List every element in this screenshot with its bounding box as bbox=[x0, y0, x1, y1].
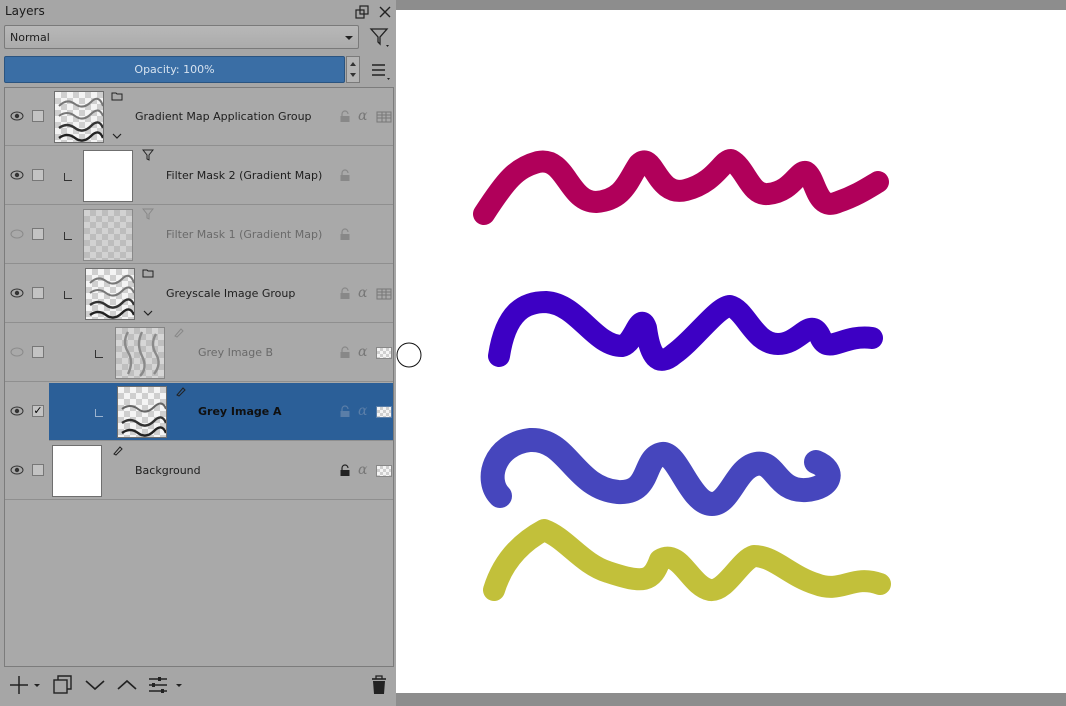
docker-title: Layers bbox=[5, 4, 45, 18]
indent-marker bbox=[64, 291, 72, 299]
pass-through-icon[interactable] bbox=[376, 111, 392, 123]
lock-icon[interactable] bbox=[339, 464, 351, 477]
layer-name: Filter Mask 2 (Gradient Map) bbox=[166, 169, 323, 182]
layer-checkbox-checked[interactable]: ✓ bbox=[32, 405, 44, 417]
layer-name: Filter Mask 1 (Gradient Map) bbox=[166, 228, 323, 241]
layer-row-background[interactable]: Background α bbox=[5, 442, 393, 500]
layer-checkbox[interactable] bbox=[32, 110, 44, 122]
float-icon[interactable] bbox=[354, 4, 370, 20]
group-icon bbox=[142, 269, 154, 278]
alpha-icon[interactable]: α bbox=[358, 108, 367, 124]
layer-checkbox[interactable] bbox=[32, 287, 44, 299]
blend-mode-value: Normal bbox=[10, 31, 50, 44]
eye-hidden-icon[interactable] bbox=[10, 347, 24, 357]
filter-icon bbox=[142, 208, 154, 220]
eye-icon[interactable] bbox=[10, 288, 24, 298]
close-icon[interactable] bbox=[377, 4, 393, 20]
layer-row-grey-image-b[interactable]: Grey Image B α bbox=[5, 324, 393, 382]
move-down-icon[interactable] bbox=[82, 672, 108, 698]
layer-row-greyscale-group[interactable]: Greyscale Image Group α bbox=[5, 265, 393, 323]
docker-title-bar: Layers bbox=[0, 0, 396, 24]
layer-toolbar bbox=[4, 670, 394, 700]
layer-thumbnail bbox=[85, 268, 135, 320]
indent-marker bbox=[64, 173, 72, 181]
spin-up-icon[interactable] bbox=[350, 62, 356, 66]
alpha-icon[interactable]: α bbox=[358, 285, 367, 301]
chevron-down-icon[interactable] bbox=[143, 309, 153, 317]
inherit-alpha-icon[interactable] bbox=[376, 406, 392, 418]
properties-icon[interactable] bbox=[146, 672, 172, 698]
eye-icon[interactable] bbox=[10, 406, 24, 416]
layer-name: Grey Image B bbox=[198, 346, 274, 359]
indent-marker bbox=[64, 232, 72, 240]
layer-name: Gradient Map Application Group bbox=[135, 110, 312, 123]
chevron-down-icon[interactable] bbox=[174, 672, 184, 698]
pass-through-icon[interactable] bbox=[376, 288, 392, 300]
layer-row-grey-image-a[interactable]: ✓ Grey Image A α bbox=[5, 383, 393, 441]
spin-down-icon[interactable] bbox=[350, 73, 356, 77]
layer-thumbnail bbox=[54, 91, 104, 143]
indent-marker bbox=[95, 350, 103, 358]
brush-stroke-1 bbox=[473, 149, 889, 225]
canvas-artwork bbox=[473, 149, 891, 601]
layer-row-filter-mask-1[interactable]: Filter Mask 1 (Gradient Map) bbox=[5, 206, 393, 264]
layer-checkbox[interactable] bbox=[32, 228, 44, 240]
lock-icon[interactable] bbox=[339, 405, 351, 418]
lock-icon[interactable] bbox=[339, 228, 351, 241]
chevron-down-icon[interactable] bbox=[112, 132, 122, 140]
eye-icon[interactable] bbox=[10, 111, 24, 121]
layer-thumbnail bbox=[115, 327, 165, 379]
layers-docker: Layers Normal Opacity: 100% Gradient Map… bbox=[0, 0, 396, 706]
move-up-icon[interactable] bbox=[114, 672, 140, 698]
delete-icon[interactable] bbox=[366, 672, 392, 698]
lock-icon[interactable] bbox=[339, 169, 351, 182]
brush-stroke-3 bbox=[480, 428, 841, 516]
opacity-slider[interactable]: Opacity: 100% bbox=[4, 56, 345, 83]
alpha-icon[interactable]: α bbox=[358, 403, 367, 419]
layer-thumbnail bbox=[117, 386, 167, 438]
layer-thumbnail bbox=[83, 209, 133, 261]
filter-icon bbox=[142, 149, 154, 161]
indent-marker bbox=[95, 409, 103, 417]
canvas[interactable] bbox=[396, 10, 1066, 693]
lock-icon[interactable] bbox=[339, 110, 351, 123]
duplicate-icon[interactable] bbox=[50, 672, 76, 698]
lock-icon[interactable] bbox=[339, 346, 351, 359]
filter-icon[interactable] bbox=[367, 25, 392, 49]
layer-thumbnail bbox=[83, 150, 133, 202]
layer-checkbox[interactable] bbox=[32, 346, 44, 358]
menu-icon[interactable] bbox=[367, 58, 392, 82]
inherit-alpha-icon[interactable] bbox=[376, 347, 392, 359]
layer-row-gradient-map-group[interactable]: Gradient Map Application Group α bbox=[5, 88, 393, 146]
chevron-down-icon[interactable] bbox=[32, 672, 42, 698]
layer-checkbox[interactable] bbox=[32, 464, 44, 476]
layer-name: Background bbox=[135, 464, 201, 477]
eye-icon[interactable] bbox=[10, 465, 24, 475]
layer-name: Greyscale Image Group bbox=[166, 287, 296, 300]
eye-hidden-icon[interactable] bbox=[10, 229, 24, 239]
paint-layer-icon bbox=[113, 446, 123, 456]
add-icon[interactable] bbox=[6, 672, 32, 698]
layer-row-filter-mask-2[interactable]: Filter Mask 2 (Gradient Map) bbox=[5, 147, 393, 205]
layer-thumbnail bbox=[52, 445, 102, 497]
alpha-icon[interactable]: α bbox=[358, 344, 367, 360]
chevron-down-icon bbox=[345, 36, 353, 40]
layer-name: Grey Image A bbox=[198, 405, 282, 418]
alpha-icon[interactable]: α bbox=[358, 462, 367, 478]
opacity-spinbox[interactable] bbox=[346, 56, 360, 83]
group-icon bbox=[111, 92, 123, 101]
paint-layer-icon bbox=[174, 328, 184, 338]
layer-checkbox[interactable] bbox=[32, 169, 44, 181]
blend-mode-select[interactable]: Normal bbox=[4, 25, 359, 49]
layer-list[interactable]: Gradient Map Application Group α Filter … bbox=[4, 87, 394, 667]
paint-layer-icon bbox=[176, 387, 186, 397]
brush-stroke-4 bbox=[483, 519, 891, 601]
brush-stroke-2 bbox=[488, 291, 883, 371]
eye-icon[interactable] bbox=[10, 170, 24, 180]
inherit-alpha-icon[interactable] bbox=[376, 465, 392, 477]
lock-icon[interactable] bbox=[339, 287, 351, 300]
brush-cursor-icon bbox=[396, 342, 422, 368]
